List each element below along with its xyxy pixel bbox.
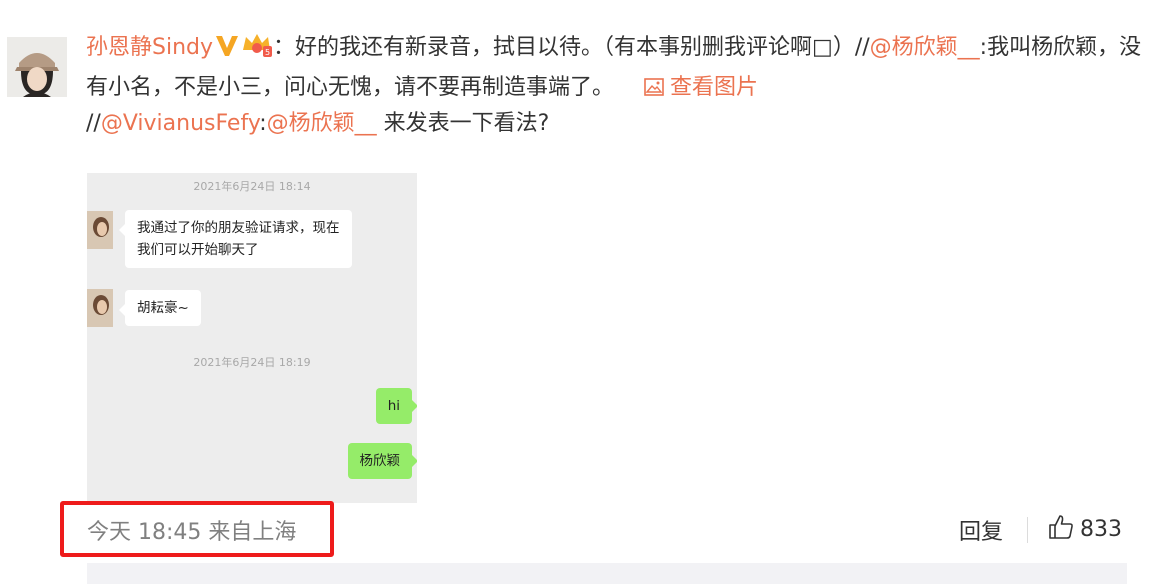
- chat-message-text: hi: [387, 398, 400, 414]
- comment-text: 好的我还有新录音，拭目以待。（有本事别删我评论啊□）//: [295, 35, 870, 60]
- chat-message-text: 我通过了你的朋友验证请求，现在: [137, 220, 340, 236]
- view-picture-link[interactable]: 查看图片: [644, 75, 758, 100]
- picture-icon: [644, 78, 664, 96]
- like-button[interactable]: 833: [1048, 514, 1122, 542]
- reply-button[interactable]: 回复: [959, 514, 1003, 546]
- comment-colon: ：: [273, 35, 296, 60]
- mention-yangxinying[interactable]: @杨欣颖__: [870, 35, 980, 60]
- user-avatar[interactable]: [7, 37, 67, 97]
- verified-v-icon: [215, 33, 239, 69]
- chat-bubble-received: 胡耘豪~: [119, 290, 201, 326]
- repost-prefix: //: [86, 111, 101, 136]
- vip-crown-icon: 5: [241, 32, 273, 70]
- chat-contact-avatar: [87, 211, 113, 249]
- chat-message-text: 胡耘豪~: [137, 300, 189, 316]
- view-picture-label: 查看图片: [670, 75, 759, 100]
- action-divider: [1027, 517, 1028, 543]
- chat-message-text: 我们可以开始聊天了: [137, 242, 259, 258]
- reply-area-panel: [87, 563, 1127, 584]
- chat-screenshot-image[interactable]: 2021年6月24日 18:14 我通过了你的朋友验证请求，现在 我们可以开始聊…: [87, 173, 417, 503]
- mention-separator: :: [259, 111, 267, 136]
- comment-body: 孙恩静Sindy 5 ：好的我还有新录音，拭目以待。（有本事别删我评论啊□）//@杨…: [86, 30, 1146, 142]
- chat-timestamp-1: 2021年6月24日 18:14: [193, 180, 311, 193]
- chat-timestamp-2: 2021年6月24日 18:19: [193, 356, 311, 369]
- comment-text-3: 来发表一下看法?: [376, 111, 550, 136]
- thumbs-up-icon: [1049, 515, 1073, 539]
- chat-message-text: 杨欣颖: [359, 453, 401, 469]
- like-count: 833: [1080, 517, 1122, 542]
- highlight-box: [60, 501, 334, 557]
- chat-bubble-sent: hi: [375, 388, 417, 424]
- mention-vivianusfefy[interactable]: @VivianusFefy: [101, 111, 259, 136]
- chat-contact-avatar: [87, 289, 113, 327]
- svg-text:5: 5: [265, 48, 270, 57]
- comment-username[interactable]: 孙恩静Sindy: [86, 35, 213, 60]
- chat-bubble-sent: 杨欣颖: [347, 443, 417, 479]
- mention-yangxinying-2[interactable]: @杨欣颖__: [267, 111, 377, 136]
- chat-bubble-received: 我通过了你的朋友验证请求，现在 我们可以开始聊天了: [119, 210, 352, 268]
